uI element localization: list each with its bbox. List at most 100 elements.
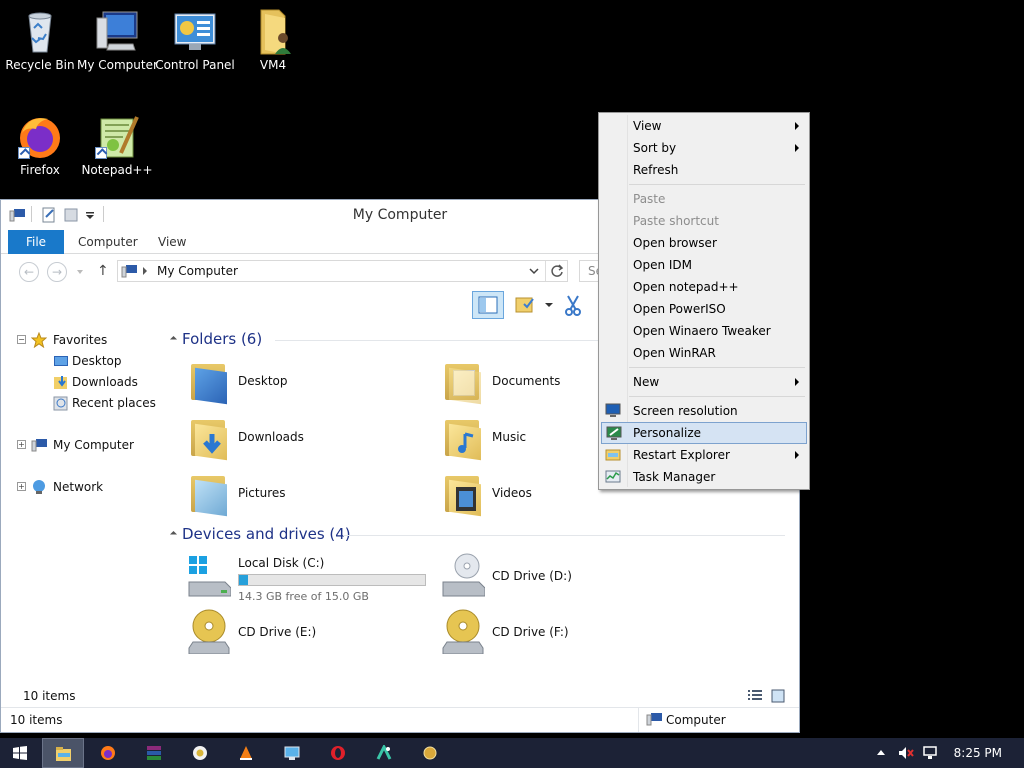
menu-item-personalize[interactable]: Personalize bbox=[601, 422, 807, 444]
tab-file[interactable]: File bbox=[8, 230, 64, 254]
tab-computer[interactable]: Computer bbox=[65, 230, 151, 254]
collapse-group-icon[interactable] bbox=[169, 335, 178, 344]
desktop-icon-firefox[interactable]: Firefox bbox=[0, 113, 80, 177]
taskbar-clock[interactable]: 8:25 PM bbox=[954, 746, 1002, 760]
nav-item-network[interactable]: + Network bbox=[17, 478, 159, 496]
item-label: Local Disk (C:) bbox=[238, 556, 325, 570]
folder-options-icon[interactable] bbox=[514, 295, 536, 315]
details-view-icon[interactable] bbox=[747, 689, 763, 703]
nav-item-recent-places[interactable]: Recent places bbox=[53, 394, 163, 412]
group-header-devices[interactable]: Devices and drives (4) bbox=[169, 525, 351, 543]
downloads-folder-icon bbox=[191, 420, 227, 461]
address-dropdown-icon[interactable] bbox=[528, 264, 540, 278]
taskbar-vlc[interactable] bbox=[226, 738, 266, 768]
taskbar-task-tool[interactable] bbox=[364, 738, 404, 768]
computer-icon bbox=[31, 437, 47, 453]
up-arrow-icon[interactable]: ↑ bbox=[97, 263, 109, 279]
folder-item-desktop[interactable]: Desktop bbox=[187, 356, 387, 408]
menu-item-label: Open notepad++ bbox=[633, 280, 739, 294]
taskbar-winrar[interactable] bbox=[134, 738, 174, 768]
drive-item-cd-f[interactable]: CD Drive (F:) bbox=[441, 608, 641, 660]
nav-item-downloads[interactable]: Downloads bbox=[53, 373, 163, 391]
recycle-bin-icon bbox=[16, 8, 64, 56]
drive-item-local-disk-c[interactable]: Local Disk (C:) 14.3 GB free of 15.0 GB bbox=[187, 552, 447, 604]
desktop-icon-control-panel[interactable]: Control Panel bbox=[155, 8, 235, 72]
desktop-icon-recycle-bin[interactable]: Recycle Bin bbox=[0, 8, 80, 72]
taskbar-network-tool[interactable] bbox=[272, 738, 312, 768]
breadcrumb-separator-icon[interactable] bbox=[143, 267, 147, 275]
folder-options-dropdown-icon[interactable] bbox=[545, 303, 553, 307]
taskbar-opera[interactable] bbox=[318, 738, 358, 768]
collapse-group-icon[interactable] bbox=[169, 530, 178, 539]
nav-item-favorites[interactable]: − Favorites bbox=[17, 331, 159, 349]
taskbar-photo-tool[interactable] bbox=[410, 738, 450, 768]
taskbar-media-player[interactable] bbox=[180, 738, 220, 768]
menu-item-open-notepad[interactable]: Open notepad++ bbox=[601, 276, 807, 298]
cd-drive-icon bbox=[441, 552, 486, 600]
menu-item-sort-by[interactable]: Sort by bbox=[601, 137, 807, 159]
desktop-icon-vm4[interactable]: VM4 bbox=[233, 8, 313, 72]
menu-item-label: Screen resolution bbox=[633, 404, 738, 418]
menu-item-open-winaero-tweaker[interactable]: Open Winaero Tweaker bbox=[601, 320, 807, 342]
menu-item-refresh[interactable]: Refresh bbox=[601, 159, 807, 181]
collapse-icon[interactable]: − bbox=[17, 335, 26, 344]
group-header-folders[interactable]: Folders (6) bbox=[169, 330, 262, 348]
menu-item-paste-shortcut[interactable]: Paste shortcut bbox=[601, 210, 807, 232]
menu-item-view[interactable]: View bbox=[601, 115, 807, 137]
menu-item-label: Open browser bbox=[633, 236, 717, 250]
menu-item-open-winrar[interactable]: Open WinRAR bbox=[601, 342, 807, 364]
large-icons-view-icon[interactable] bbox=[771, 689, 785, 703]
show-hidden-icons-icon[interactable] bbox=[877, 750, 885, 755]
menu-item-open-browser[interactable]: Open browser bbox=[601, 232, 807, 254]
expand-icon[interactable]: + bbox=[17, 482, 26, 491]
taskbar-firefox[interactable] bbox=[88, 738, 128, 768]
folder-item-downloads[interactable]: Downloads bbox=[187, 412, 387, 464]
drive-item-cd-d[interactable]: CD Drive (D:) bbox=[441, 552, 641, 604]
desktop-context-menu: View Sort by Refresh Paste Paste shortcu… bbox=[598, 112, 810, 490]
menu-item-label: Open IDM bbox=[633, 258, 692, 272]
menu-item-open-idm[interactable]: Open IDM bbox=[601, 254, 807, 276]
recent-locations-dropdown-icon[interactable] bbox=[77, 270, 83, 274]
address-computer-icon bbox=[121, 264, 137, 278]
menu-item-screen-resolution[interactable]: Screen resolution bbox=[601, 400, 807, 422]
group-title: Devices and drives (4) bbox=[182, 525, 351, 543]
forward-button[interactable]: → bbox=[47, 262, 67, 282]
control-panel-icon bbox=[171, 8, 219, 56]
desktop-icon-notepad-plus-plus[interactable]: Notepad++ bbox=[77, 113, 157, 177]
menu-item-restart-explorer[interactable]: Restart Explorer bbox=[601, 444, 807, 466]
item-label: Pictures bbox=[238, 486, 286, 500]
item-label: Documents bbox=[492, 374, 561, 388]
restart-explorer-icon bbox=[605, 447, 621, 462]
network-status-icon[interactable] bbox=[922, 746, 938, 760]
item-label: Desktop bbox=[238, 374, 288, 388]
back-button[interactable]: ← bbox=[19, 262, 39, 282]
group-divider bbox=[343, 535, 785, 536]
address-path[interactable]: My Computer bbox=[157, 264, 238, 278]
drive-item-cd-e[interactable]: CD Drive (E:) bbox=[187, 608, 387, 660]
expand-icon[interactable]: + bbox=[17, 440, 26, 449]
desktop-icon-my-computer[interactable]: My Computer bbox=[77, 8, 158, 72]
menu-item-new[interactable]: New bbox=[601, 371, 807, 393]
preview-pane-button[interactable] bbox=[472, 291, 504, 319]
cut-icon[interactable] bbox=[564, 294, 582, 316]
taskbar-file-explorer[interactable] bbox=[42, 738, 84, 768]
refresh-icon[interactable] bbox=[549, 263, 565, 279]
desktop-folder-icon bbox=[53, 353, 69, 369]
tab-view[interactable]: View bbox=[145, 230, 199, 254]
menu-item-open-poweriso[interactable]: Open PowerISO bbox=[601, 298, 807, 320]
menu-item-task-manager[interactable]: Task Manager bbox=[601, 466, 807, 488]
submenu-arrow-icon bbox=[795, 144, 799, 152]
menu-item-paste[interactable]: Paste bbox=[601, 188, 807, 210]
start-button[interactable] bbox=[0, 738, 40, 768]
folder-user-icon bbox=[249, 8, 297, 56]
address-bar[interactable]: My Computer bbox=[117, 260, 568, 282]
taskbar: 8:25 PM bbox=[0, 738, 1024, 768]
status-location: Computer bbox=[666, 713, 726, 727]
nav-item-my-computer[interactable]: + My Computer bbox=[17, 436, 159, 454]
folder-item-pictures[interactable]: Pictures bbox=[187, 468, 387, 520]
nav-item-desktop[interactable]: Desktop bbox=[53, 352, 163, 370]
status-item-count: 10 items bbox=[10, 713, 63, 727]
desktop-folder-icon bbox=[191, 364, 227, 405]
shortcut-arrow-icon bbox=[18, 147, 30, 159]
volume-muted-icon[interactable] bbox=[898, 746, 914, 760]
